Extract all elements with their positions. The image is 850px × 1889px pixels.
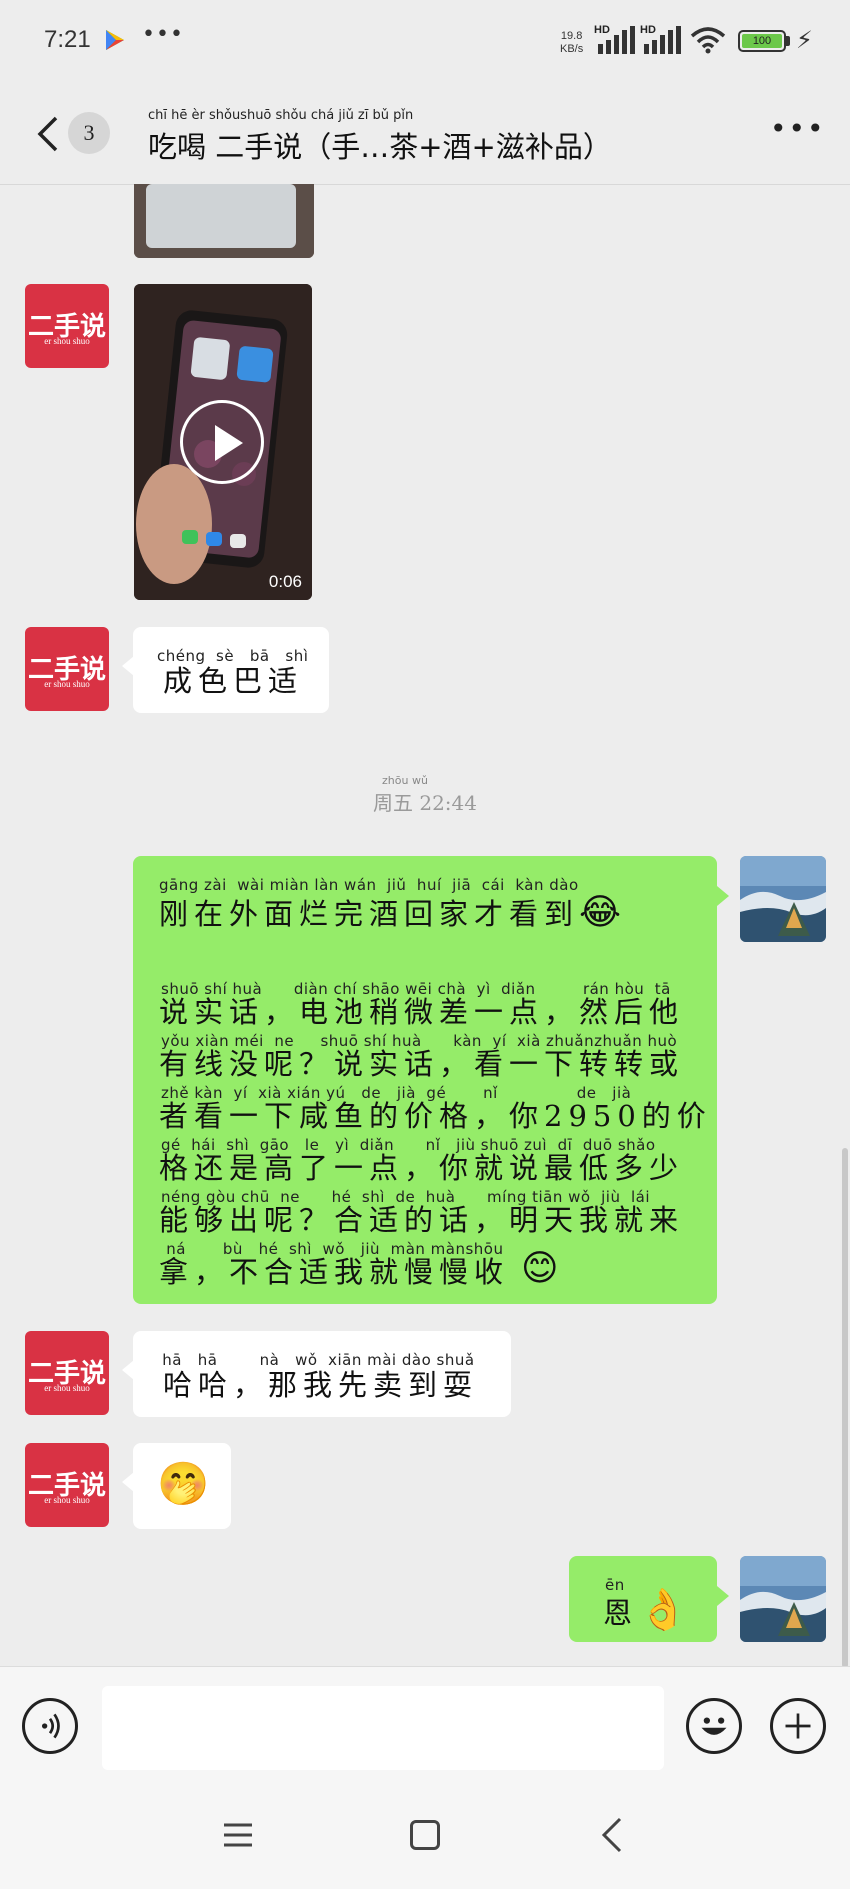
more-functions-icon[interactable] [770, 1698, 826, 1754]
landscape-avatar-image [740, 1556, 826, 1642]
message-text: 成色巴适 [163, 664, 304, 698]
message-line: shuō shí huà diàn chí shāo wēi chà yì di… [159, 980, 712, 1032]
status-bar: 7:21 ••• 19.8 KB/s HD HD 100 ⚡ [0, 0, 850, 86]
message-text: 恩 [603, 1596, 639, 1630]
message-line-text: 能够出呢？合适的话，明天我就来 [159, 1203, 685, 1237]
charging-icon: ⚡ [796, 26, 813, 54]
home-icon[interactable] [410, 1820, 440, 1850]
emoji-smile: 😊 [521, 1248, 559, 1289]
message-line-text: 有线没呢？说实话，看一下转转或 [159, 1047, 685, 1081]
bubble-tail [717, 1586, 729, 1606]
avatar-contact[interactable]: 二手说 er shou shuo [25, 1331, 109, 1415]
nav-back-icon[interactable] [600, 1816, 624, 1854]
bubble-tail [717, 886, 729, 906]
notification-more-icon: ••• [142, 22, 184, 47]
video-message-previous[interactable] [134, 184, 314, 258]
message-line-text: 格还是高了一点，你就说最低多少 [159, 1151, 685, 1185]
message-body: shuō shí huà diàn chí shāo wēi chà yì di… [159, 980, 712, 1292]
message-line-text: 说实话，电池稍微差一点，然后他 [159, 995, 685, 1029]
video-duration: 0:06 [268, 572, 302, 591]
battery-tip [786, 36, 790, 46]
message-line: yǒu xiàn méi ne shuō shí huà kàn yí xià … [159, 1032, 712, 1084]
chat-title: 吃喝 二手说（手…茶+酒+滋补品） [148, 130, 612, 164]
message-line: gé hái shì gāo le yì diǎn nǐ jiù shuō zu… [159, 1136, 712, 1188]
message-bubble-incoming[interactable]: chéng sè bā shì 成色巴适 [133, 627, 329, 713]
signal-icon-2 [644, 26, 681, 54]
chat-menu-button[interactable]: ••• [770, 112, 826, 145]
avatar-contact[interactable]: 二手说 er shou shuo [25, 284, 109, 368]
unread-count-badge[interactable]: 3 [68, 112, 110, 154]
message-text: 刚在外面烂完酒回家才看到 [159, 897, 580, 931]
message-input[interactable] [102, 1686, 664, 1770]
landscape-avatar-image [740, 856, 826, 942]
battery-level: 100 [742, 34, 782, 48]
message-line: zhě kàn yí xià xián yú de jià gé nǐ de j… [159, 1084, 712, 1136]
message-bubble-outgoing[interactable]: ēn 恩👌 [569, 1556, 717, 1642]
emoji-icon[interactable] [686, 1698, 742, 1754]
message-bubble-incoming[interactable]: hā hā nà wǒ xiān mài dào shuǎ 哈哈，那我先卖到耍 [133, 1331, 511, 1417]
play-store-icon [106, 30, 124, 50]
avatar-contact[interactable]: 二手说 er shou shuo [25, 1443, 109, 1527]
voice-input-icon[interactable] [22, 1698, 78, 1754]
chat-title-pinyin: chī hē èr shǒushuō shǒu chá jiǔ zī bǔ pǐ… [148, 108, 414, 123]
emoji-laugh-cry: 😂 [579, 892, 622, 933]
avatar-self[interactable] [740, 856, 826, 942]
signal-icon-1 [598, 26, 635, 54]
avatar-self[interactable] [740, 1556, 826, 1642]
wifi-icon [690, 27, 726, 54]
emoji-hand-over-mouth: 🤭 [157, 1459, 210, 1508]
message-text: 哈哈，那我先卖到耍 [163, 1368, 479, 1402]
battery-icon: 100 [738, 30, 786, 52]
message-line: néng gòu chū ne hé shì de huà míng tiān … [159, 1188, 712, 1240]
video-thumbnail [134, 184, 314, 258]
message-line-text: 拿，不合适我就慢慢收 [159, 1255, 510, 1289]
play-icon[interactable] [180, 400, 264, 484]
recent-apps-icon[interactable] [222, 1820, 254, 1850]
message-bubble-outgoing[interactable]: gāng zài wài miàn làn wán jiǔ huí jiā cá… [133, 856, 717, 1304]
message-line: ná bù hé shì wǒ jiù màn mànshōu 拿，不合适我就慢慢… [159, 1240, 712, 1292]
chat-scrollbar[interactable] [842, 1148, 848, 1668]
message-line-text: 者看一下咸鱼的价格，你2950的价 [159, 1099, 712, 1133]
emoji-ok-hand: 👌 [638, 1587, 688, 1633]
status-time: 7:21 [44, 26, 91, 53]
video-message[interactable]: 0:06 [134, 284, 312, 600]
avatar-contact[interactable]: 二手说 er shou shuo [25, 627, 109, 711]
message-bubble-incoming[interactable]: 🤭 [133, 1443, 231, 1529]
chat-timestamp: zhōu wǔ 周五 22:44 [373, 774, 477, 815]
back-arrow-icon[interactable] [34, 114, 64, 154]
network-speed: 19.8 KB/s [560, 30, 584, 55]
